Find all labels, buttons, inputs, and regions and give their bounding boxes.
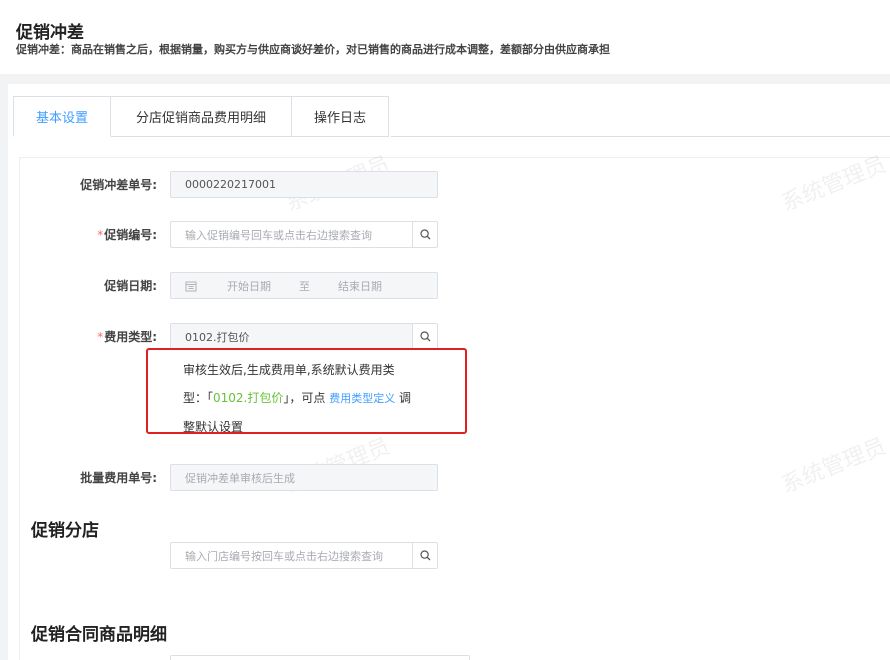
promo-no-search-button[interactable]	[412, 222, 437, 247]
batch-fee-no-row: 批量费用单号: 促销冲差单审核后生成	[20, 464, 438, 491]
batch-fee-no-label: 批量费用单号:	[80, 471, 157, 485]
page-title: 促销冲差	[16, 23, 84, 43]
page-description: 促销冲差：商品在销售之后，根据销量，购买方与供应商谈好差价，对已销售的商品进行成…	[16, 43, 610, 56]
store-search-placeholder: 输入门店编号按回车或点击右边搜索查询	[185, 549, 383, 563]
required-mark: *	[97, 330, 104, 344]
promo-no-placeholder: 输入促销编号回车或点击右边搜索查询	[185, 228, 372, 242]
tab-divider	[391, 136, 890, 137]
order-no-value: 0000220217001	[185, 178, 276, 191]
contract-search-input[interactable]	[170, 655, 470, 660]
promo-date-label: 促销日期:	[104, 279, 157, 293]
tip-line-1: 审核生效后,生成费用单,系统默认费用类	[183, 363, 395, 377]
store-search-row: 输入门店编号按回车或点击右边搜索查询	[20, 542, 438, 569]
promo-date-range[interactable]: 开始日期 至 结束日期	[170, 272, 438, 299]
order-no-field: 0000220217001	[170, 171, 438, 198]
batch-fee-no-placeholder: 促销冲差单审核后生成	[185, 471, 295, 485]
start-date-placeholder: 开始日期	[227, 279, 271, 293]
required-mark: *	[97, 228, 104, 242]
tab-basic-settings[interactable]: 基本设置	[13, 96, 111, 137]
promo-date-row: 促销日期: 开始日期 至 结束日期	[20, 272, 438, 299]
search-icon	[419, 229, 430, 240]
tip-line-3: 整默认设置	[183, 420, 244, 434]
fee-type-row: *费用类型: 0102.打包价	[20, 323, 438, 350]
tab-store-fee-detail[interactable]: 分店促销商品费用明细	[111, 96, 292, 137]
store-search-input[interactable]: 输入门店编号按回车或点击右边搜索查询	[170, 542, 438, 569]
date-separator: 至	[299, 279, 310, 293]
fee-type-tip-annotation: 审核生效后,生成费用单,系统默认费用类 型：「0102.打包价」，可点 费用类型…	[146, 348, 467, 434]
promo-no-input[interactable]: 输入促销编号回车或点击右边搜索查询	[170, 221, 438, 248]
main-content: 基本设置 分店促销商品费用明细 操作日志 系统管理员 系统管理员 系统管理员 系…	[8, 84, 890, 660]
form-panel: 系统管理员 系统管理员 系统管理员 系统管理员 促销冲差单号: 00002202…	[19, 152, 890, 660]
tab-bar: 基本设置 分店促销商品费用明细 操作日志	[13, 96, 389, 137]
fee-type-tip: 审核生效后,生成费用单,系统默认费用类 型：「0102.打包价」，可点 费用类型…	[183, 356, 463, 441]
page-header: 促销冲差 促销冲差：商品在销售之后，根据销量，购买方与供应商谈好差价，对已销售的…	[0, 0, 890, 74]
fee-type-value: 0102.打包价	[185, 330, 250, 344]
promo-no-row: *促销编号: 输入促销编号回车或点击右边搜索查询	[20, 221, 438, 248]
fee-type-label: *费用类型:	[97, 330, 157, 344]
fee-type-search-button[interactable]	[412, 324, 437, 349]
order-no-label: 促销冲差单号:	[80, 178, 157, 192]
search-icon	[419, 331, 430, 342]
tab-operation-log[interactable]: 操作日志	[292, 96, 389, 137]
watermark: 系统管理员	[778, 152, 890, 217]
store-search-button[interactable]	[412, 543, 437, 568]
tip-highlight: 0102.打包价	[213, 391, 284, 405]
fee-type-definition-link[interactable]: 费用类型定义	[329, 392, 395, 405]
calendar-icon	[185, 281, 197, 291]
fee-type-field[interactable]: 0102.打包价	[170, 323, 438, 350]
watermark: 系统管理员	[778, 434, 890, 499]
promo-no-label: *促销编号:	[97, 228, 157, 242]
search-icon	[419, 550, 430, 561]
order-no-row: 促销冲差单号: 0000220217001	[20, 171, 438, 198]
contract-section-title: 促销合同商品明细	[31, 625, 167, 645]
store-section-title: 促销分店	[31, 521, 99, 541]
end-date-placeholder: 结束日期	[338, 279, 382, 293]
tip-line-2: 型：「0102.打包价」，可点 费用类型定义 调	[183, 391, 412, 405]
batch-fee-no-field: 促销冲差单审核后生成	[170, 464, 438, 491]
